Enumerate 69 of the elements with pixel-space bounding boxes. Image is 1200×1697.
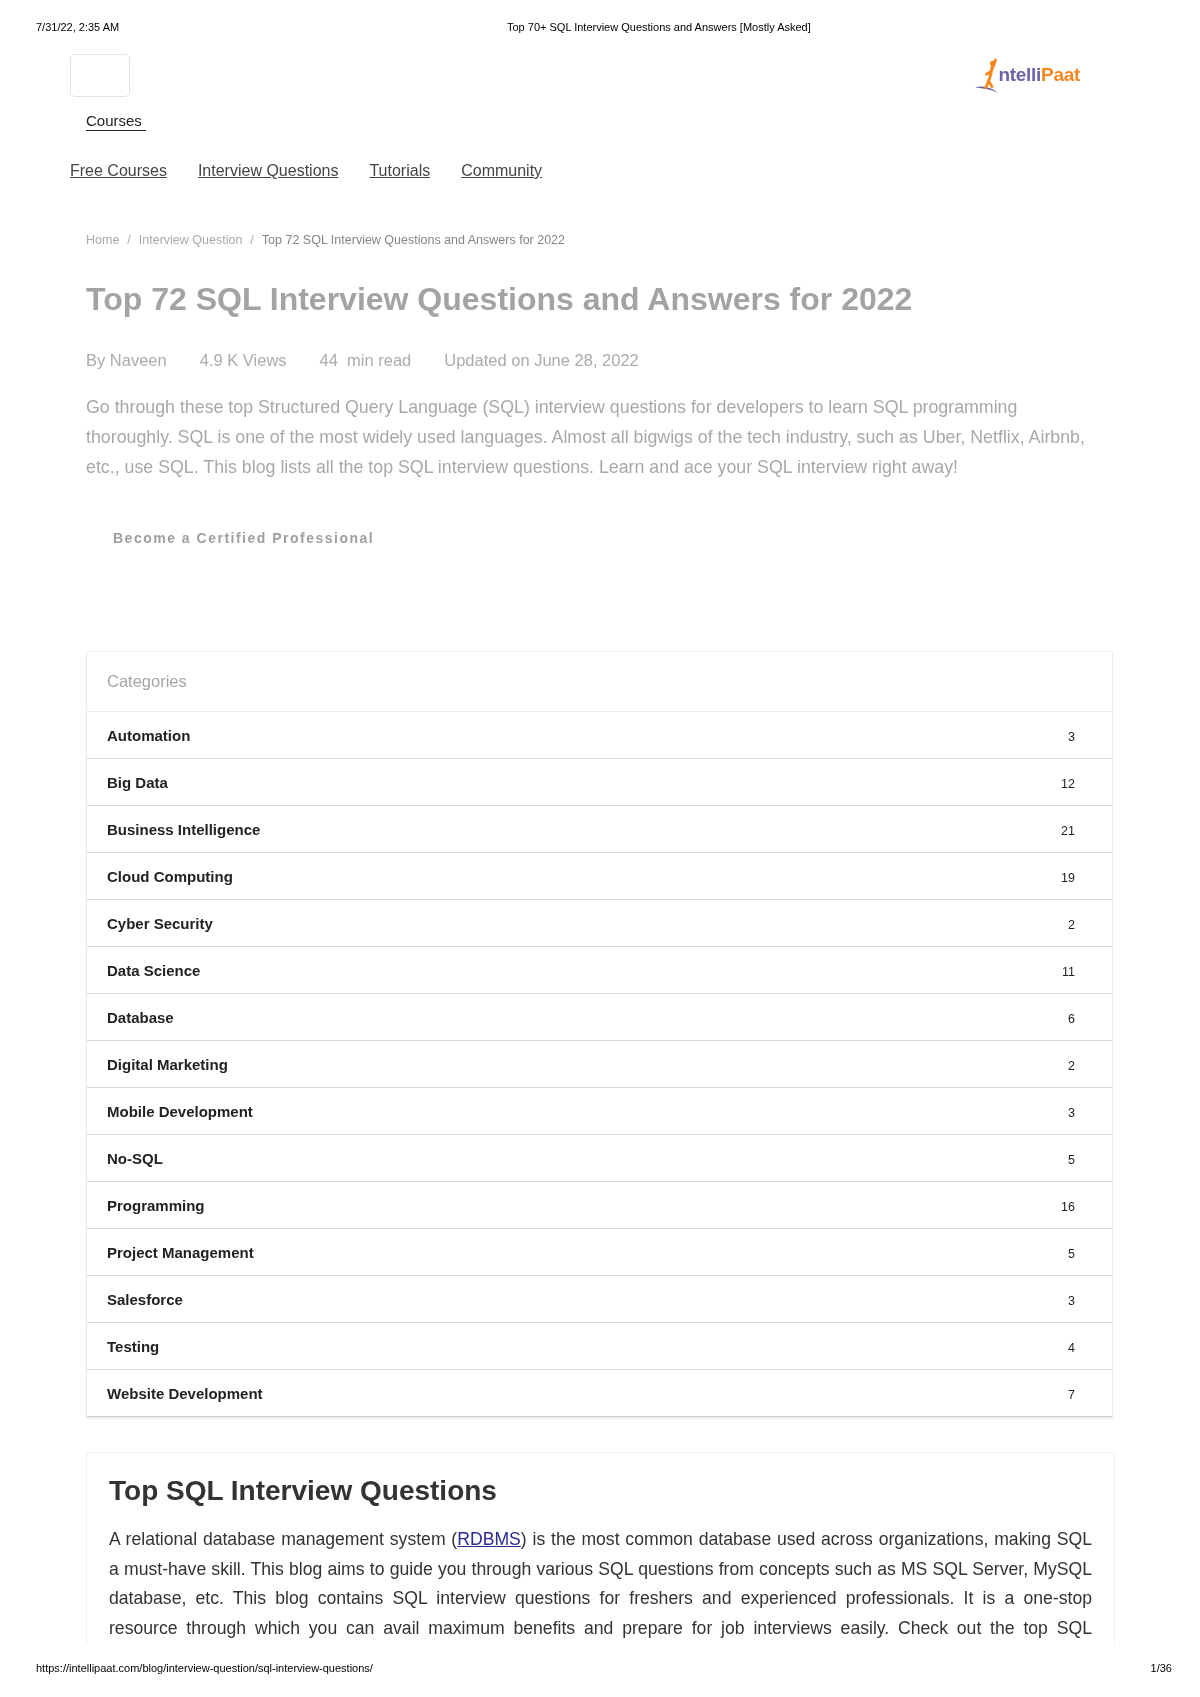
category-count: 5 <box>1068 1151 1075 1167</box>
category-item[interactable]: Digital Marketing 2 <box>87 1041 1112 1088</box>
category-name: Mobile Development <box>107 1102 253 1120</box>
category-item[interactable]: Business Intelligence 21 <box>87 806 1112 853</box>
category-count: 19 <box>1061 869 1075 885</box>
category-item[interactable]: Salesforce 3 <box>87 1276 1112 1323</box>
category-name: Website Development <box>107 1384 263 1402</box>
category-name: No-SQL <box>107 1149 163 1167</box>
category-name: Programming <box>107 1196 205 1214</box>
category-name: Automation <box>107 726 191 744</box>
category-item[interactable]: Cyber Security 2 <box>87 900 1112 947</box>
article-title: Top 72 SQL Interview Questions and Answers for 2022 <box>86 280 914 319</box>
category-count: 2 <box>1068 916 1075 932</box>
category-name: Cyber Security <box>107 914 213 932</box>
category-item[interactable]: Database 6 <box>87 994 1112 1041</box>
category-item[interactable]: Testing 4 <box>87 1323 1112 1370</box>
breadcrumb-separator: / <box>250 232 254 249</box>
page-number: 1/36 <box>1150 1661 1172 1675</box>
nav-link[interactable]: Interview Questions <box>197 161 339 181</box>
meta-text: 4.9 K Views <box>199 350 287 371</box>
category-name: Salesforce <box>107 1290 183 1308</box>
category-item[interactable]: No-SQL 5 <box>87 1135 1112 1182</box>
category-name: Project Management <box>107 1243 254 1261</box>
category-item[interactable]: Programming 16 <box>87 1182 1112 1229</box>
rdbms-link[interactable]: RDBMS <box>457 1529 521 1549</box>
logo-text[interactable]: ntelliPaat <box>998 63 1080 86</box>
category-name: Data Science <box>107 961 201 979</box>
category-item[interactable]: Cloud Computing 19 <box>87 853 1112 900</box>
nav-link[interactable]: Community <box>461 161 543 181</box>
category-name: Cloud Computing <box>107 867 233 885</box>
category-item[interactable]: Mobile Development 3 <box>87 1088 1112 1135</box>
print-title: Top 70+ SQL Interview Questions and Answers [Mostly Asked] <box>507 20 812 34</box>
category-count: 11 <box>1062 963 1075 979</box>
category-item[interactable]: Automation 3 <box>87 712 1112 759</box>
meta-text: By Naveen <box>86 350 167 371</box>
category-count: 16 <box>1061 1198 1075 1214</box>
category-count: 3 <box>1068 728 1075 744</box>
category-count: 12 <box>1061 775 1075 791</box>
category-count: 6 <box>1068 1010 1075 1026</box>
category-name: Database <box>107 1008 174 1026</box>
category-item[interactable]: Big Data 12 <box>87 759 1112 806</box>
breadcrumb-separator: / <box>127 232 131 249</box>
section-paragraph: A relational database management system (RDBMS) is the most common database used across organizations, making SQL a must-have skill. This blog aims to guide you through various SQL questions from concepts such as MS SQL Server, MySQL database, etc. This blog contains SQL interview questions for freshers and experienced professionals. It is a one-stop resource through which you can avail maximum benefits and prepare for job interviews easily. Check out the top SQL <box>109 1528 1092 1641</box>
category-name: Business Intelligence <box>107 820 261 838</box>
category-count: 7 <box>1068 1386 1075 1402</box>
print-date: 7/31/22, 2:35 AM <box>36 20 121 34</box>
breadcrumb-current-page: Top 72 SQL Interview Questions and Answers for 2022 <box>261 232 566 249</box>
logo-figure-icon[interactable] <box>974 57 999 94</box>
category-name: Testing <box>107 1337 160 1355</box>
category-name: Big Data <box>107 773 168 791</box>
category-count: 3 <box>1068 1292 1075 1308</box>
category-count: 3 <box>1068 1104 1075 1120</box>
category-count: 21 <box>1061 822 1075 838</box>
courses-link[interactable]: Courses <box>86 111 146 131</box>
meta-text: 44 min read <box>319 350 412 371</box>
category-count: 2 <box>1068 1057 1075 1073</box>
category-count: 5 <box>1068 1245 1075 1261</box>
nav-link[interactable]: Tutorials <box>369 161 431 181</box>
section-heading: Top SQL Interview Questions <box>109 1474 498 1508</box>
category-item[interactable]: Data Science 11 <box>87 947 1112 994</box>
categories-heading: Categories <box>107 672 187 691</box>
nav-link[interactable]: Free Courses <box>70 161 167 181</box>
category-item[interactable]: Website Development 7 <box>87 1370 1112 1417</box>
intro-paragraph: Go through these top Structured Query Language (SQL) interview questions for developers to learn SQL programming thoroughly. SQL is one of the most widely used languages. Almost all bigwigs of the tech industry, such as Uber, Netflix, Airbnb, etc., use SQL. This blog lists all the top SQL interview questions. Learn and ace your SQL interview right away! <box>86 396 1086 479</box>
category-count: 4 <box>1068 1339 1075 1355</box>
category-item[interactable]: Project Management 5 <box>87 1229 1112 1276</box>
print-url: https://intellipaat.com/blog/interview-question/sql-interview-questions/ <box>36 1661 373 1675</box>
category-name: Digital Marketing <box>107 1055 228 1073</box>
meta-text: Updated on June 28, 2022 <box>444 350 639 371</box>
